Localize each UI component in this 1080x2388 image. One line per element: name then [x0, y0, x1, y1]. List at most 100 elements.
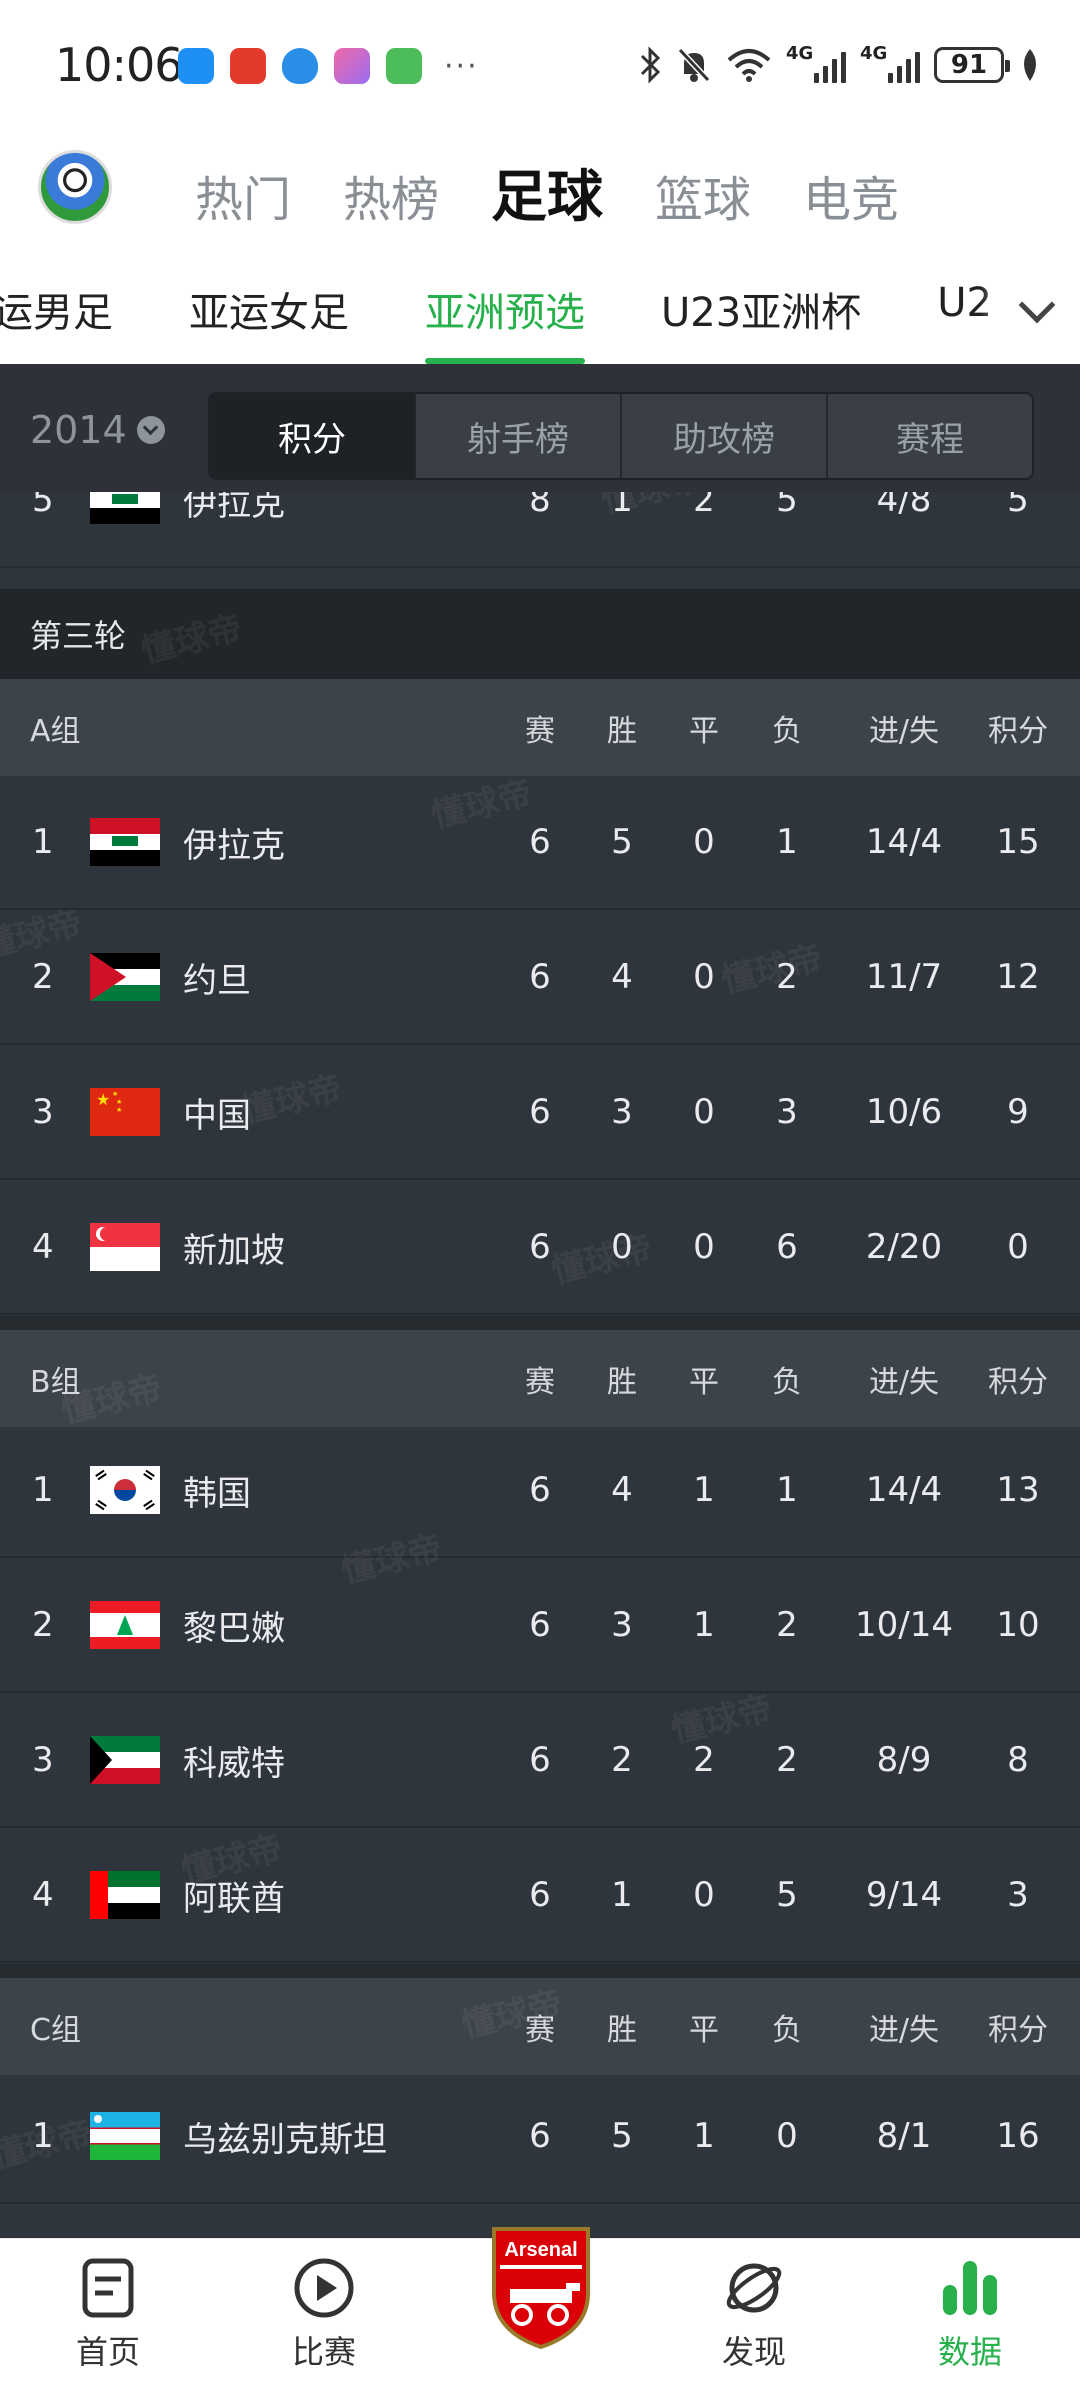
- table-row[interactable]: 3 科威特 6 2 2 2 8/9 8: [0, 1694, 1080, 1828]
- nav-home[interactable]: 首页: [38, 2257, 178, 2373]
- nav-data[interactable]: 数据: [900, 2257, 1040, 2373]
- planet-icon: [726, 2263, 782, 2313]
- table-row[interactable]: 2 黎巴嫩 6 3 1 2 10/14 10: [0, 1559, 1080, 1693]
- segment-assists[interactable]: 助攻榜: [620, 394, 826, 478]
- tab-hot[interactable]: 热门: [195, 160, 291, 230]
- table-row[interactable]: 2 约旦 6 4 0 2 11/7 12: [0, 911, 1080, 1045]
- tab-asian-games-women[interactable]: 亚运女足: [151, 280, 387, 364]
- played: 6: [529, 1227, 551, 1267]
- table-row[interactable]: 1 乌兹别克斯坦 6 5 1 0 8/1 16: [0, 2070, 1080, 2204]
- tab-u23-asian-cup[interactable]: U23亚洲杯: [623, 280, 899, 364]
- bottom-nav: 首页 比赛 Arsenal 发现 数据: [0, 2227, 1080, 2388]
- col-won: 胜: [607, 2012, 637, 2048]
- col-points: 积分: [988, 2012, 1048, 2048]
- leaf-icon: [1024, 49, 1036, 81]
- team-name: 新加坡: [183, 1230, 285, 1271]
- team-name: 乌兹别克斯坦: [183, 2119, 387, 2160]
- tab-basketball[interactable]: 篮球: [655, 160, 751, 230]
- lost: 6: [776, 1227, 798, 1267]
- goals-for-against: 8/9: [876, 1740, 932, 1780]
- segment-top-scorers[interactable]: 射手榜: [414, 394, 620, 478]
- flag-korea: [90, 1424, 160, 1556]
- col-played: 赛: [525, 2012, 555, 2048]
- tab-asia-qualifiers[interactable]: 亚洲预选: [387, 280, 623, 364]
- goals-for-against: 14/4: [865, 1470, 943, 1510]
- bluetooth-icon: [640, 46, 661, 84]
- competition-tabs: 亚运男足 亚运女足 亚洲预选 U23亚洲杯 U2: [0, 280, 1030, 364]
- rank: 1: [32, 822, 54, 862]
- standings-list[interactable]: 5 伊拉克 8 1 2 5 4/8 5 第三轮 A组 赛 胜 平 负 进/失 积…: [0, 492, 1080, 2238]
- flag-jordan: [90, 911, 160, 1043]
- group-name: A组: [30, 713, 81, 749]
- rank: 4: [32, 1875, 54, 1915]
- stats-segmented-control: 积分 射手榜 助攻榜 赛程: [208, 392, 1034, 480]
- arsenal-crest-icon[interactable]: Arsenal: [486, 2223, 596, 2350]
- won: 1: [611, 1875, 633, 1915]
- drawn: 0: [693, 822, 715, 862]
- chevron-down-icon: [136, 416, 165, 444]
- flag-kuwait: [90, 1694, 160, 1826]
- nav-matches[interactable]: 比赛: [254, 2257, 394, 2373]
- tab-esports[interactable]: 电竞: [803, 160, 899, 230]
- table-row[interactable]: 1 韩国 6 4 1 1 14/4 13: [0, 1424, 1080, 1558]
- table-row[interactable]: 1 伊拉克 6 5 0 1 14/4 15: [0, 776, 1080, 910]
- mute-bell-icon: [677, 47, 711, 83]
- drawn: 1: [693, 2116, 715, 2156]
- points: 0: [1007, 1227, 1029, 1267]
- table-row[interactable]: 4 新加坡 6 0 0 6 2/20 0: [0, 1181, 1080, 1315]
- goals-for-against: 10/14: [855, 1605, 953, 1645]
- status-time: 10:06: [55, 38, 184, 92]
- group-header-c: C组 赛 胜 平 负 进/失 积分: [0, 1978, 1080, 2075]
- col-goals: 进/失: [868, 1364, 940, 1400]
- season-selector[interactable]: 2014: [30, 408, 165, 452]
- group-header-b: B组 赛 胜 平 负 进/失 积分: [0, 1330, 1080, 1427]
- app-logo-soccer-icon[interactable]: [38, 150, 112, 224]
- table-row[interactable]: 4 阿联酋 6 1 0 5 9/14 3: [0, 1829, 1080, 1963]
- lost: 2: [776, 1605, 798, 1645]
- col-lost: 负: [772, 1364, 802, 1400]
- tab-trending[interactable]: 热榜: [343, 160, 439, 230]
- gift-app-icon: [334, 48, 370, 84]
- points: 9: [1007, 1092, 1029, 1132]
- played: 6: [529, 1605, 551, 1645]
- lost: 1: [776, 822, 798, 862]
- table-row[interactable]: 3 ★ ★ ★ ★ 中国 6 3 0 3 10/6 9: [0, 1046, 1080, 1180]
- col-drawn: 平: [689, 2012, 719, 2048]
- won: 3: [611, 1092, 633, 1132]
- shield-app-icon: [282, 48, 318, 84]
- segment-schedule[interactable]: 赛程: [826, 394, 1032, 478]
- tab-asian-games-men[interactable]: 亚运男足: [0, 280, 151, 364]
- drawn: 0: [693, 1227, 715, 1267]
- segment-standings[interactable]: 积分: [210, 394, 414, 478]
- nav-label: 发现: [721, 2333, 786, 2371]
- lost: 5: [776, 492, 798, 520]
- team-name: 约旦: [183, 960, 251, 1001]
- signal-4g-icon: 4G: [786, 43, 846, 83]
- season-label: 2014: [30, 408, 127, 452]
- rank: 5: [32, 492, 54, 520]
- rank: 2: [32, 957, 54, 997]
- points: 15: [996, 822, 1040, 862]
- table-row[interactable]: 5 伊拉克 8 1 2 5 4/8 5: [0, 492, 1080, 568]
- crest-text: Arsenal: [504, 2239, 577, 2261]
- won: 4: [611, 957, 633, 997]
- nav-discover[interactable]: 发现: [684, 2257, 824, 2373]
- col-drawn: 平: [689, 1364, 719, 1400]
- drawn: 1: [693, 1605, 715, 1645]
- played: 6: [529, 822, 551, 862]
- points: 12: [996, 957, 1040, 997]
- drawn: 0: [693, 1092, 715, 1132]
- drawn: 2: [693, 492, 715, 520]
- group-divider: [0, 1964, 1080, 1978]
- drawn: 0: [693, 1875, 715, 1915]
- goals-for-against: 2/20: [865, 1227, 943, 1267]
- lost: 2: [776, 1740, 798, 1780]
- tab-football[interactable]: 足球: [491, 152, 603, 233]
- won: 1: [611, 492, 633, 520]
- lost: 5: [776, 1875, 798, 1915]
- points: 13: [996, 1470, 1040, 1510]
- team-name: 黎巴嫩: [183, 1608, 285, 1649]
- nav-label: 首页: [75, 2333, 140, 2371]
- played: 6: [529, 1875, 551, 1915]
- col-lost: 负: [772, 2012, 802, 2048]
